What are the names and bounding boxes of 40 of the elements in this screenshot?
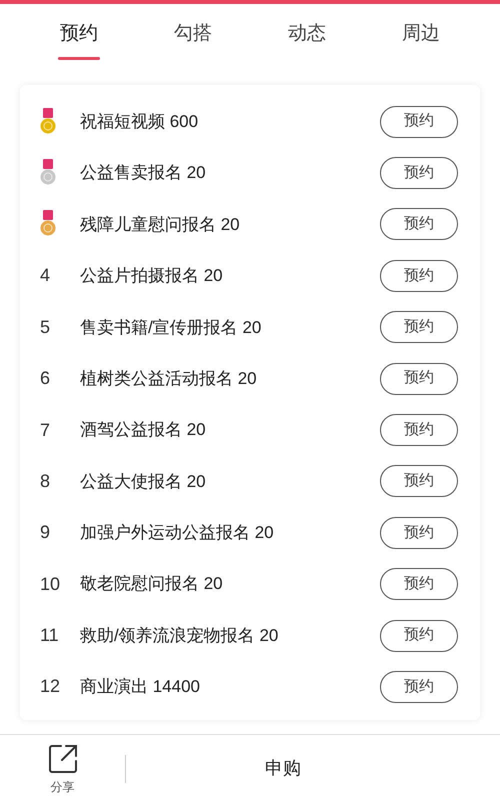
rank-number: 8: [40, 470, 50, 493]
item-title: 祝福短视频 600: [80, 110, 200, 133]
share-label: 分享: [50, 778, 74, 796]
item-title: 公益售卖报名 20: [80, 162, 207, 184]
reserve-button[interactable]: 预约: [380, 362, 458, 395]
rank-number: 6: [40, 367, 50, 390]
purchase-button[interactable]: 申购: [126, 735, 500, 802]
item-title: 售卖书籍/宣传册报名 20: [80, 316, 262, 338]
reserve-button[interactable]: 预约: [380, 670, 458, 703]
tab[interactable]: 预约: [22, 4, 136, 62]
tab[interactable]: 周边: [364, 4, 478, 62]
rank-number: 11: [40, 624, 59, 648]
rank-number: 9: [40, 521, 50, 544]
rank-number: 12: [40, 675, 60, 698]
reserve-button[interactable]: 预约: [380, 568, 458, 600]
share-icon[interactable]: [48, 744, 78, 774]
rank-number: 10: [40, 572, 60, 596]
rank-number: 5: [40, 316, 50, 339]
rank-number: 7: [40, 418, 50, 442]
tab[interactable]: 动态: [250, 4, 364, 62]
item-title: 商业演出 14400: [80, 676, 201, 698]
item-title: 救助/领养流浪宠物报名 20: [80, 624, 280, 647]
reserve-button[interactable]: 预约: [380, 620, 458, 652]
reserve-button[interactable]: 预约: [380, 516, 458, 549]
item-title: 加强户外运动公益报名 20: [80, 522, 275, 544]
item-title: 敬老院慰问报名 20: [80, 573, 224, 596]
reserve-button[interactable]: 预约: [380, 106, 458, 138]
reserve-button[interactable]: 预约: [380, 311, 458, 344]
reserve-button[interactable]: 预约: [380, 414, 458, 446]
rank-number: 4: [40, 264, 50, 288]
reserve-button[interactable]: 预约: [380, 465, 458, 498]
item-title: 残障儿童慰问报名 20: [80, 214, 241, 236]
reserve-button[interactable]: 预约: [380, 208, 458, 240]
item-title: 公益片拍摄报名 20: [80, 265, 224, 288]
item-title: 酒驾公益报名 20: [80, 419, 207, 442]
reserve-button[interactable]: 预约: [380, 157, 458, 190]
item-title: 公益大使报名 20: [80, 470, 207, 493]
item-title: 植树类公益活动报名 20: [80, 368, 258, 390]
tab[interactable]: 勾搭: [136, 4, 250, 62]
reserve-button[interactable]: 预约: [380, 260, 458, 292]
